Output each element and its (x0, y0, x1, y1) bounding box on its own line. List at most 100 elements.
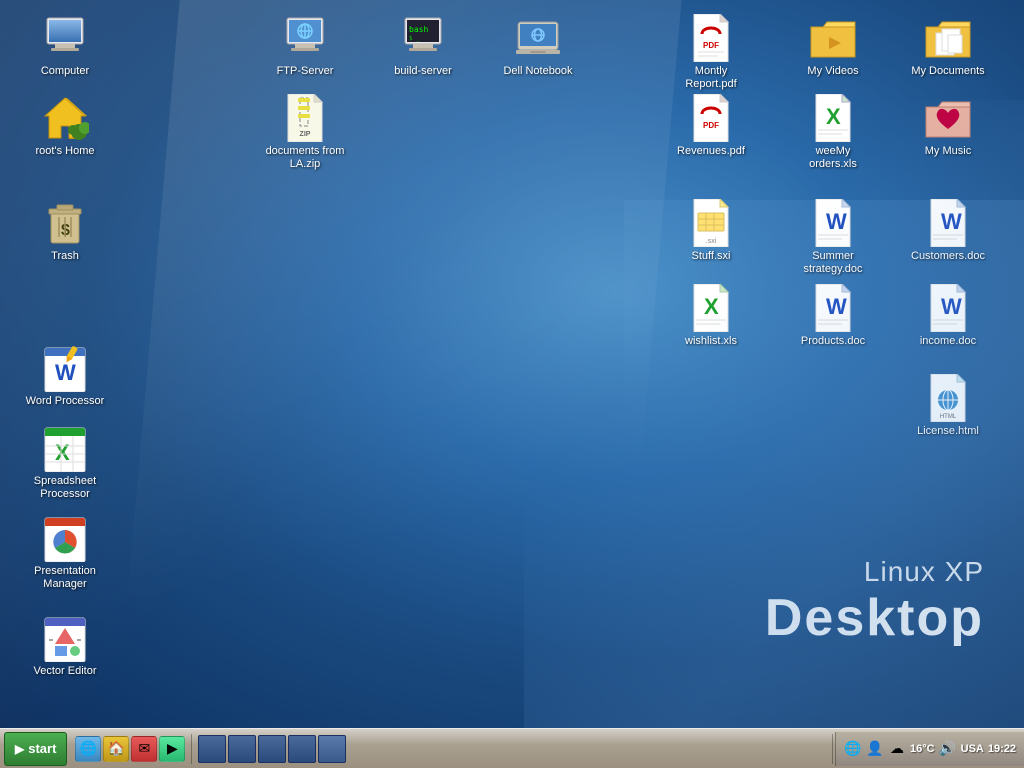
revenues-pdf-label: Revenues.pdf (671, 145, 751, 158)
quick-btn-3[interactable]: ✉ (131, 736, 157, 762)
quick-btn-4[interactable]: ▶ (159, 736, 185, 762)
icon-trash[interactable]: $ Trash (25, 195, 105, 267)
build-server-label: build-server (383, 65, 463, 78)
quick-btn-1[interactable]: 🌐 (75, 736, 101, 762)
svg-text:.sxi: .sxi (706, 238, 717, 245)
trash-icon: $ (41, 199, 89, 247)
my-documents-label: My Documents (908, 65, 988, 78)
svg-text:X: X (704, 294, 719, 319)
start-label: start (28, 741, 56, 756)
taskbar-window-1[interactable] (198, 735, 226, 763)
icon-ftp-server[interactable]: FTP-Server (265, 10, 345, 82)
quick-btn-2[interactable]: 🏠 (103, 736, 129, 762)
weekly-orders-label: weeMy orders.xls (793, 145, 873, 171)
desktop: Computer FTP-Server bash $ _ (0, 0, 1024, 728)
license-html-icon: HTML (924, 374, 972, 422)
icon-build-server[interactable]: bash $ _ build-server (383, 10, 463, 82)
icon-stuff-sxi[interactable]: .sxi Stuff.sxi (671, 195, 751, 267)
spreadsheet-processor-label: Spreadsheet Processor (25, 475, 105, 501)
icon-revenues-pdf[interactable]: PDF Revenues.pdf (671, 90, 751, 162)
svg-text:X: X (55, 440, 70, 465)
start-button[interactable]: ▶ start (4, 732, 67, 766)
license-html-label: License.html (908, 425, 988, 438)
icon-vector-editor[interactable]: Vector Editor (25, 610, 105, 682)
svg-text:PDF: PDF (703, 121, 719, 130)
roots-home-icon (41, 94, 89, 142)
systray-weather-icon: ☁ (888, 740, 906, 758)
icon-documents-zip[interactable]: ZIP documents from LA.zip (265, 90, 345, 175)
stuff-sxi-label: Stuff.sxi (671, 250, 751, 263)
systray-time: 19:22 (988, 743, 1016, 755)
svg-text:W: W (55, 360, 76, 385)
word-processor-label: Word Processor (25, 395, 105, 408)
icon-my-music[interactable]: My Music (908, 90, 988, 162)
computer-label: Computer (25, 65, 105, 78)
icon-products-doc[interactable]: W Products.doc (793, 280, 873, 352)
presentation-manager-label: Presentation Manager (25, 565, 105, 591)
icon-wishlist-xls[interactable]: X wishlist.xls (671, 280, 751, 352)
taskbar-window-3[interactable] (258, 735, 286, 763)
wishlist-xls-icon: X (687, 284, 735, 332)
systray-network-icon[interactable]: 🌐 (844, 740, 862, 758)
summer-strategy-icon: W (809, 199, 857, 247)
vector-editor-icon (41, 614, 89, 662)
dell-notebook-icon (514, 14, 562, 62)
icon-dell-notebook[interactable]: Dell Notebook (498, 10, 578, 82)
trash-label: Trash (25, 250, 105, 263)
watermark-line1: Linux XP (765, 556, 984, 588)
watermark: Linux XP Desktop (765, 556, 984, 648)
systray-user-icon[interactable]: 👤 (866, 740, 884, 758)
taskbar-window-5[interactable] (318, 735, 346, 763)
products-doc-label: Products.doc (793, 335, 873, 348)
wishlist-xls-label: wishlist.xls (671, 335, 751, 348)
summer-strategy-label: Summer strategy.doc (793, 250, 873, 276)
svg-text:W: W (941, 209, 962, 234)
svg-text:W: W (826, 209, 847, 234)
icon-license-html[interactable]: HTML License.html (908, 370, 988, 442)
customers-doc-icon: W (924, 199, 972, 247)
icon-word-processor[interactable]: W Word Processor (25, 340, 105, 412)
svg-text:W: W (826, 294, 847, 319)
systray-sound-icon[interactable]: 🔊 (939, 740, 957, 758)
systray: 🌐 👤 ☁ 16°C 🔊 USA 19:22 (835, 732, 1024, 766)
my-music-icon (924, 94, 972, 142)
icon-my-videos[interactable]: My Videos (793, 10, 873, 82)
icon-weekly-orders[interactable]: X weeMy orders.xls (793, 90, 873, 175)
svg-text:HTML: HTML (940, 414, 957, 420)
start-icon: ▶ (15, 742, 24, 756)
icon-computer[interactable]: Computer (25, 10, 105, 82)
icon-customers-doc[interactable]: W Customers.doc (908, 195, 988, 267)
svg-text:PDF: PDF (703, 41, 719, 50)
quick-launch: 🌐 🏠 ✉ ▶ (75, 736, 185, 762)
documents-zip-icon: ZIP (281, 94, 329, 142)
svg-text:W: W (941, 294, 962, 319)
taskbar-window-4[interactable] (288, 735, 316, 763)
systray-temp: 16°C (910, 743, 935, 755)
my-videos-icon (809, 14, 857, 62)
my-music-label: My Music (908, 145, 988, 158)
icon-income-doc[interactable]: W income.doc (908, 280, 988, 352)
my-documents-icon (924, 14, 972, 62)
customers-doc-label: Customers.doc (908, 250, 988, 263)
svg-text:bash: bash (409, 25, 428, 34)
taskbar: ▶ start 🌐 🏠 ✉ ▶ 🌐 👤 ☁ 16°C 🔊 USA 19:22 (0, 728, 1024, 768)
word-processor-icon: W (41, 344, 89, 392)
icon-summer-strategy[interactable]: W Summer strategy.doc (793, 195, 873, 280)
taskbar-window-area (198, 732, 826, 766)
svg-text:ZIP: ZIP (300, 131, 311, 138)
watermark-line2: Desktop (765, 588, 984, 648)
icon-roots-home[interactable]: root's Home (25, 90, 105, 162)
icon-my-documents[interactable]: My Documents (908, 10, 988, 82)
ftp-server-label: FTP-Server (265, 65, 345, 78)
icon-presentation-manager[interactable]: Presentation Manager (25, 510, 105, 595)
svg-text:X: X (826, 104, 841, 129)
taskbar-separator-1 (191, 734, 192, 764)
icon-spreadsheet-processor[interactable]: X Spreadsheet Processor (25, 420, 105, 505)
icon-monthly-report[interactable]: PDF Montly Report.pdf (671, 10, 751, 95)
products-doc-icon: W (809, 284, 857, 332)
taskbar-window-2[interactable] (228, 735, 256, 763)
my-videos-label: My Videos (793, 65, 873, 78)
presentation-manager-icon (41, 514, 89, 562)
documents-zip-label: documents from LA.zip (265, 145, 345, 171)
ftp-server-icon (281, 14, 329, 62)
